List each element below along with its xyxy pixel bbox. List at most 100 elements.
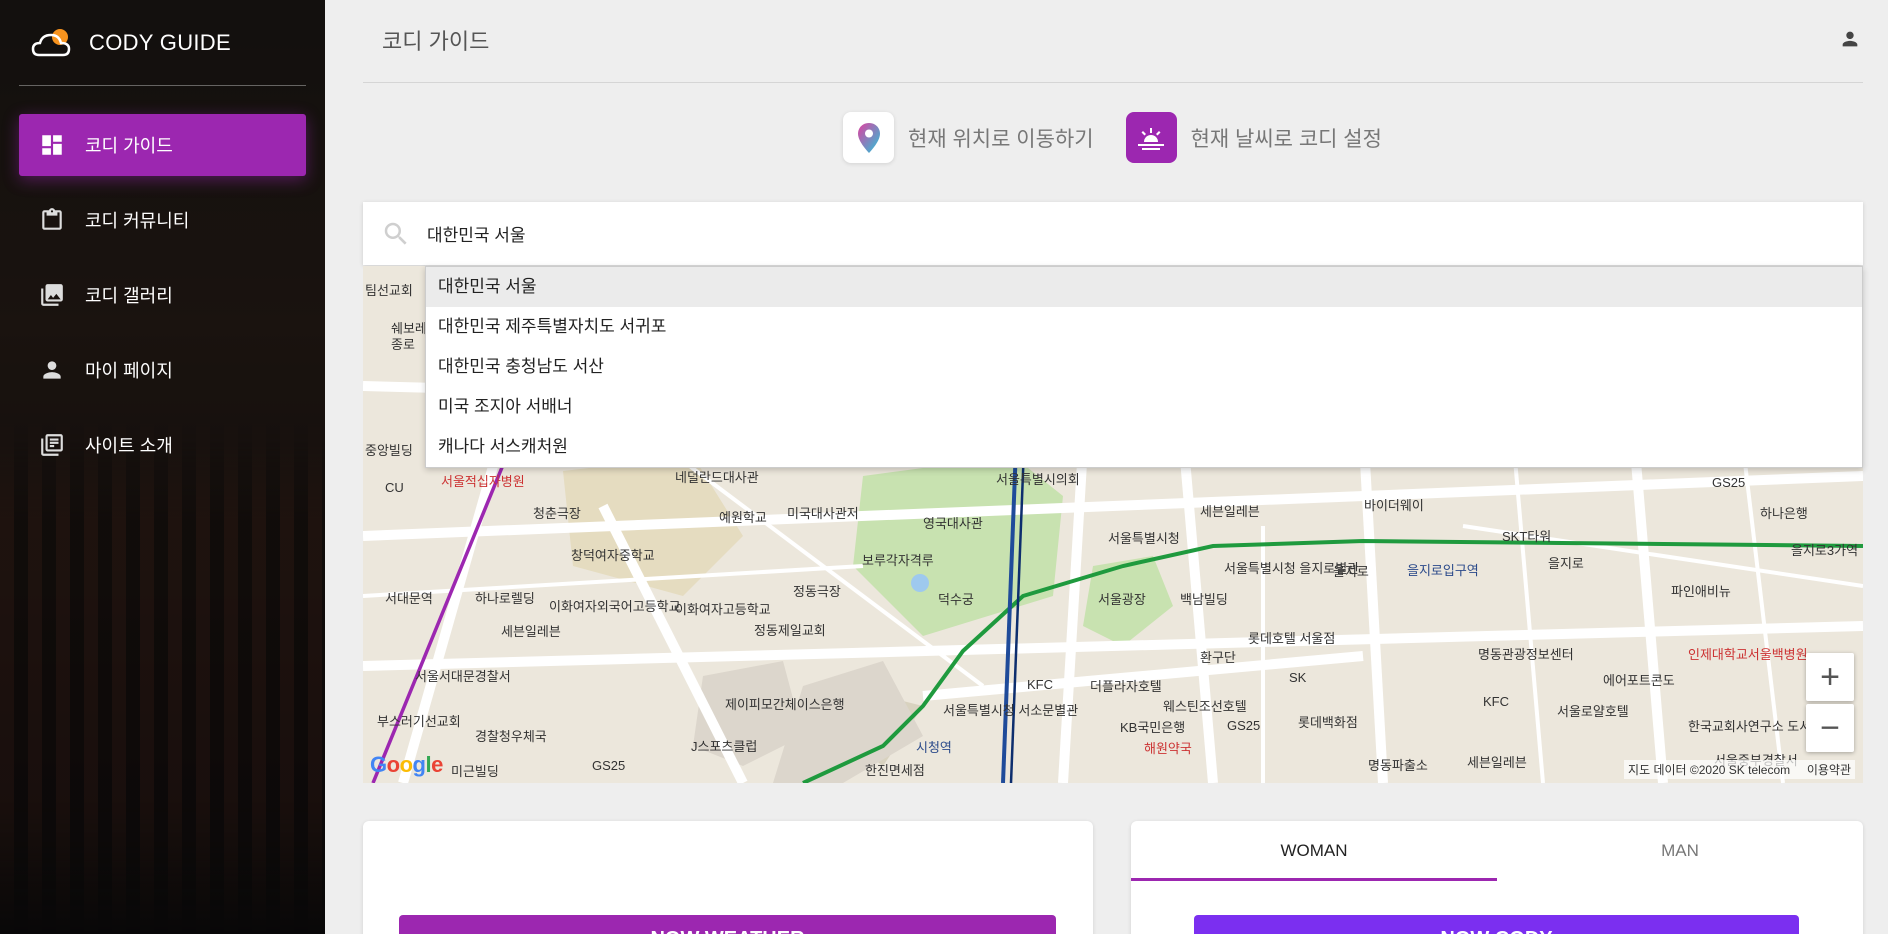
map-label: 을지로 — [1548, 556, 1584, 571]
map-label: 서대문역 — [385, 591, 433, 606]
map-label: 바이더웨이 — [1364, 498, 1424, 513]
location-search-input[interactable] — [427, 223, 1827, 244]
map-label: 영국대사관 — [923, 516, 983, 531]
map-label: 롯데호텔 서울점 — [1248, 631, 1336, 646]
sidebar-item-label: 코디 가이드 — [85, 136, 173, 156]
now-weather-button[interactable]: NOW WEATHER — [399, 915, 1056, 934]
map-label: SK — [1289, 670, 1307, 685]
map-label: GS25 — [1712, 475, 1746, 490]
tab-woman[interactable]: WOMAN — [1131, 821, 1497, 881]
zoom-out-button[interactable]: − — [1806, 704, 1854, 752]
map-label: 덕수궁 — [938, 592, 974, 607]
map-label: 파인애비뉴 — [1671, 584, 1731, 599]
map-label: 경찰청우체국 — [475, 729, 547, 744]
sidebar-item-site-intro[interactable]: 사이트 소개 — [19, 414, 306, 476]
map-label: 정동극장 — [793, 584, 841, 599]
autocomplete-item[interactable]: 미국 조지아 서배너 — [426, 387, 1862, 427]
map-label: 한국교회사연구소 도서실 — [1688, 719, 1824, 734]
zoom-in-button[interactable]: + — [1806, 653, 1854, 701]
sidebar-item-label: 코디 커뮤니티 — [85, 211, 190, 231]
brand[interactable]: CODY GUIDE — [19, 0, 306, 86]
map-label: KB국민은행 — [1120, 720, 1186, 735]
map-attribution: 지도 데이터 ©2020 SK telecom 이용약관 — [1624, 760, 1855, 779]
sidebar-item-cody-community[interactable]: 코디 커뮤니티 — [19, 189, 306, 251]
map-label: CU — [385, 480, 404, 495]
map-label: 명동관광정보센터 — [1478, 647, 1574, 662]
map-label: 세븐일레븐 — [1467, 755, 1527, 770]
dashboard-icon — [39, 132, 65, 158]
location-actions: 현재 위치로 이동하기 현재 날씨로 코디 설정 — [843, 112, 1414, 163]
map-label: J스포츠클럽 — [691, 739, 758, 754]
autocomplete-item[interactable]: 대한민국 충청남도 서산 — [426, 347, 1862, 387]
map-label: 인제대학교서울백병원 — [1688, 647, 1808, 662]
map-label: 백남빌딩 — [1180, 592, 1228, 607]
map-label: 서울서대문경찰서 — [415, 669, 511, 684]
weather-card: NOW WEATHER — [363, 821, 1093, 934]
map-label: 이화여자외국어고등학교 — [549, 599, 681, 614]
gender-tabs: WOMAN MAN — [1131, 821, 1863, 881]
map-label: 을지로3가역 — [1791, 543, 1859, 558]
sidebar: CODY GUIDE 코디 가이드 코디 커뮤니티 코디 갤러리 마이 페이지 … — [0, 0, 325, 934]
map-label: 명동파출소 — [1368, 758, 1428, 773]
now-cody-button[interactable]: NOW CODY — [1194, 915, 1799, 934]
map-label: 창덕여자중학교 — [571, 548, 655, 563]
sidebar-item-label: 마이 페이지 — [85, 361, 173, 381]
page-title: 코디 가이드 — [382, 29, 490, 54]
top-header: 코디 가이드 — [363, 0, 1863, 83]
map-label: 하나로렐딩 — [475, 591, 535, 606]
map-label: 롯데백화점 — [1298, 715, 1358, 730]
library-books-icon — [39, 432, 65, 458]
map-label: 이화여자고등학교 — [675, 602, 771, 617]
map-label: 제이피모간체이스은행 — [725, 697, 845, 712]
location-pin-icon — [843, 112, 894, 163]
map-label: 서울광장 — [1098, 592, 1146, 607]
sidebar-item-label: 코디 갤러리 — [85, 286, 173, 306]
search-icon — [381, 219, 411, 249]
map-label: 해원약국 — [1144, 741, 1192, 756]
map-attribution-text: 지도 데이터 ©2020 SK telecom — [1628, 763, 1791, 777]
map-label: 더플라자호텔 — [1090, 679, 1162, 694]
sidebar-item-cody-gallery[interactable]: 코디 갤러리 — [19, 264, 306, 326]
map-label: 을지로 — [1333, 564, 1369, 579]
tab-man[interactable]: MAN — [1497, 821, 1863, 881]
map-label: 서울특별시의회 — [996, 472, 1080, 487]
map-terms-link[interactable]: 이용약관 — [1807, 763, 1851, 777]
map-label: KFC — [1483, 694, 1509, 709]
map-label: SKT타워 — [1502, 529, 1552, 544]
sidebar-item-label: 사이트 소개 — [85, 436, 173, 456]
move-current-location-button[interactable]: 현재 위치로 이동하기 — [843, 112, 1094, 163]
cody-card: WOMAN MAN NOW CODY — [1131, 821, 1863, 934]
cloud-sun-logo-icon — [29, 23, 77, 63]
weather-cody-button[interactable]: 현재 날씨로 코디 설정 — [1125, 112, 1382, 163]
map-label: 미근빌딩 — [451, 764, 499, 779]
map-label: 부스러기선교회 — [377, 714, 461, 729]
map-label: 세븐일레븐 — [501, 624, 561, 639]
move-current-location-label: 현재 위치로 이동하기 — [908, 127, 1094, 151]
map-label: 하나은행 — [1760, 506, 1808, 521]
map-label: 팀선교회 — [365, 283, 413, 298]
weather-cody-label: 현재 날씨로 코디 설정 — [1190, 127, 1382, 151]
sidebar-item-my-page[interactable]: 마이 페이지 — [19, 339, 306, 401]
map-label: 예원학교 — [719, 510, 767, 525]
autocomplete-item[interactable]: 대한민국 제주특별자치도 서귀포 — [426, 307, 1862, 347]
map-label: 웨스틴조선호텔 — [1163, 699, 1247, 714]
map-label: 을지로입구역 — [1407, 563, 1479, 578]
map-label: 한진면세점 — [865, 763, 925, 778]
map-label: 서울특별시청 — [1108, 531, 1180, 546]
map-label: 서울적십자병원 — [441, 474, 525, 489]
sidebar-nav: 코디 가이드 코디 커뮤니티 코디 갤러리 마이 페이지 사이트 소개 — [0, 114, 325, 476]
map-label: GS25 — [592, 758, 626, 773]
google-logo: Google — [370, 752, 443, 777]
autocomplete-item[interactable]: 캐나다 서스캐처원 — [426, 427, 1862, 467]
sunset-icon — [1125, 112, 1177, 163]
autocomplete-item[interactable]: 대한민국 서울 — [426, 267, 1862, 307]
map-label: KFC — [1027, 677, 1053, 692]
location-search-bar — [363, 202, 1863, 265]
map-label: 환구단 — [1200, 650, 1236, 665]
map-label: 보루각자격루 — [862, 553, 934, 568]
sidebar-item-cody-guide[interactable]: 코디 가이드 — [19, 114, 306, 176]
map-label: 중앙빌딩 — [365, 443, 413, 458]
user-account-icon[interactable] — [1839, 28, 1863, 52]
map-label: 정동제일교회 — [754, 623, 826, 638]
map-label: 종로 — [391, 337, 415, 352]
